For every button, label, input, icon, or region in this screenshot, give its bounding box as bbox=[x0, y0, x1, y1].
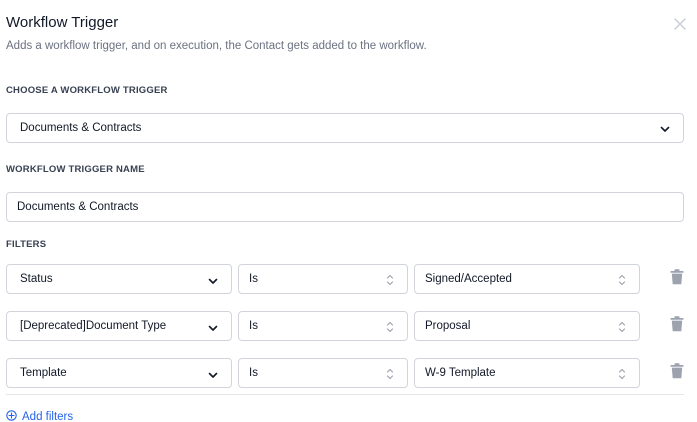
chevron-down-icon bbox=[207, 369, 219, 384]
filter-value-text: W-9 Template bbox=[425, 367, 496, 379]
modal-subtitle: Adds a workflow trigger, and on executio… bbox=[6, 40, 427, 52]
chevron-down-icon bbox=[207, 275, 219, 290]
add-filters-link[interactable]: Add filters bbox=[6, 410, 73, 422]
filter-value-text: Proposal bbox=[425, 320, 471, 332]
filter-value-select[interactable]: Proposal bbox=[414, 311, 640, 341]
filters-label: FILTERS bbox=[6, 239, 47, 250]
trash-icon[interactable] bbox=[670, 363, 684, 379]
filter-field-value: Template bbox=[20, 367, 67, 379]
filter-value-select[interactable]: W-9 Template bbox=[414, 358, 640, 388]
filter-operator-select[interactable]: Is bbox=[238, 358, 408, 388]
filter-value-text: Signed/Accepted bbox=[425, 273, 512, 285]
chevron-down-icon bbox=[659, 123, 671, 138]
trigger-name-input[interactable]: Documents & Contracts bbox=[6, 192, 684, 222]
updown-chevron-icon bbox=[617, 367, 627, 384]
close-icon[interactable] bbox=[672, 16, 688, 32]
filter-operator-value: Is bbox=[249, 367, 258, 379]
add-filters-label: Add filters bbox=[22, 411, 74, 422]
filter-operator-select[interactable]: Is bbox=[238, 311, 408, 341]
trigger-name-label: WORKFLOW TRIGGER NAME bbox=[6, 164, 145, 175]
workflow-trigger-select[interactable]: Documents & Contracts bbox=[6, 113, 684, 143]
updown-chevron-icon bbox=[385, 273, 395, 290]
filter-field-select[interactable]: Status bbox=[6, 264, 232, 294]
updown-chevron-icon bbox=[385, 367, 395, 384]
updown-chevron-icon bbox=[617, 320, 627, 337]
filter-operator-select[interactable]: Is bbox=[238, 264, 408, 294]
trash-icon[interactable] bbox=[670, 316, 684, 332]
workflow-trigger-selected: Documents & Contracts bbox=[20, 122, 142, 134]
modal-title: Workflow Trigger bbox=[6, 14, 119, 31]
filter-field-value: Status bbox=[20, 273, 53, 285]
trigger-section-label: CHOOSE A WORKFLOW TRIGGER bbox=[6, 85, 168, 96]
filter-operator-value: Is bbox=[249, 320, 258, 332]
updown-chevron-icon bbox=[385, 320, 395, 337]
filter-operator-value: Is bbox=[249, 273, 258, 285]
divider bbox=[6, 394, 684, 395]
chevron-down-icon bbox=[207, 322, 219, 337]
filter-field-select[interactable]: [Deprecated]Document Type bbox=[6, 311, 232, 341]
filter-field-value: [Deprecated]Document Type bbox=[20, 320, 167, 332]
filter-value-select[interactable]: Signed/Accepted bbox=[414, 264, 640, 294]
plus-circle-icon bbox=[6, 410, 17, 422]
filter-field-select[interactable]: Template bbox=[6, 358, 232, 388]
updown-chevron-icon bbox=[617, 273, 627, 290]
trash-icon[interactable] bbox=[670, 269, 684, 285]
trigger-name-value: Documents & Contracts bbox=[17, 201, 139, 213]
